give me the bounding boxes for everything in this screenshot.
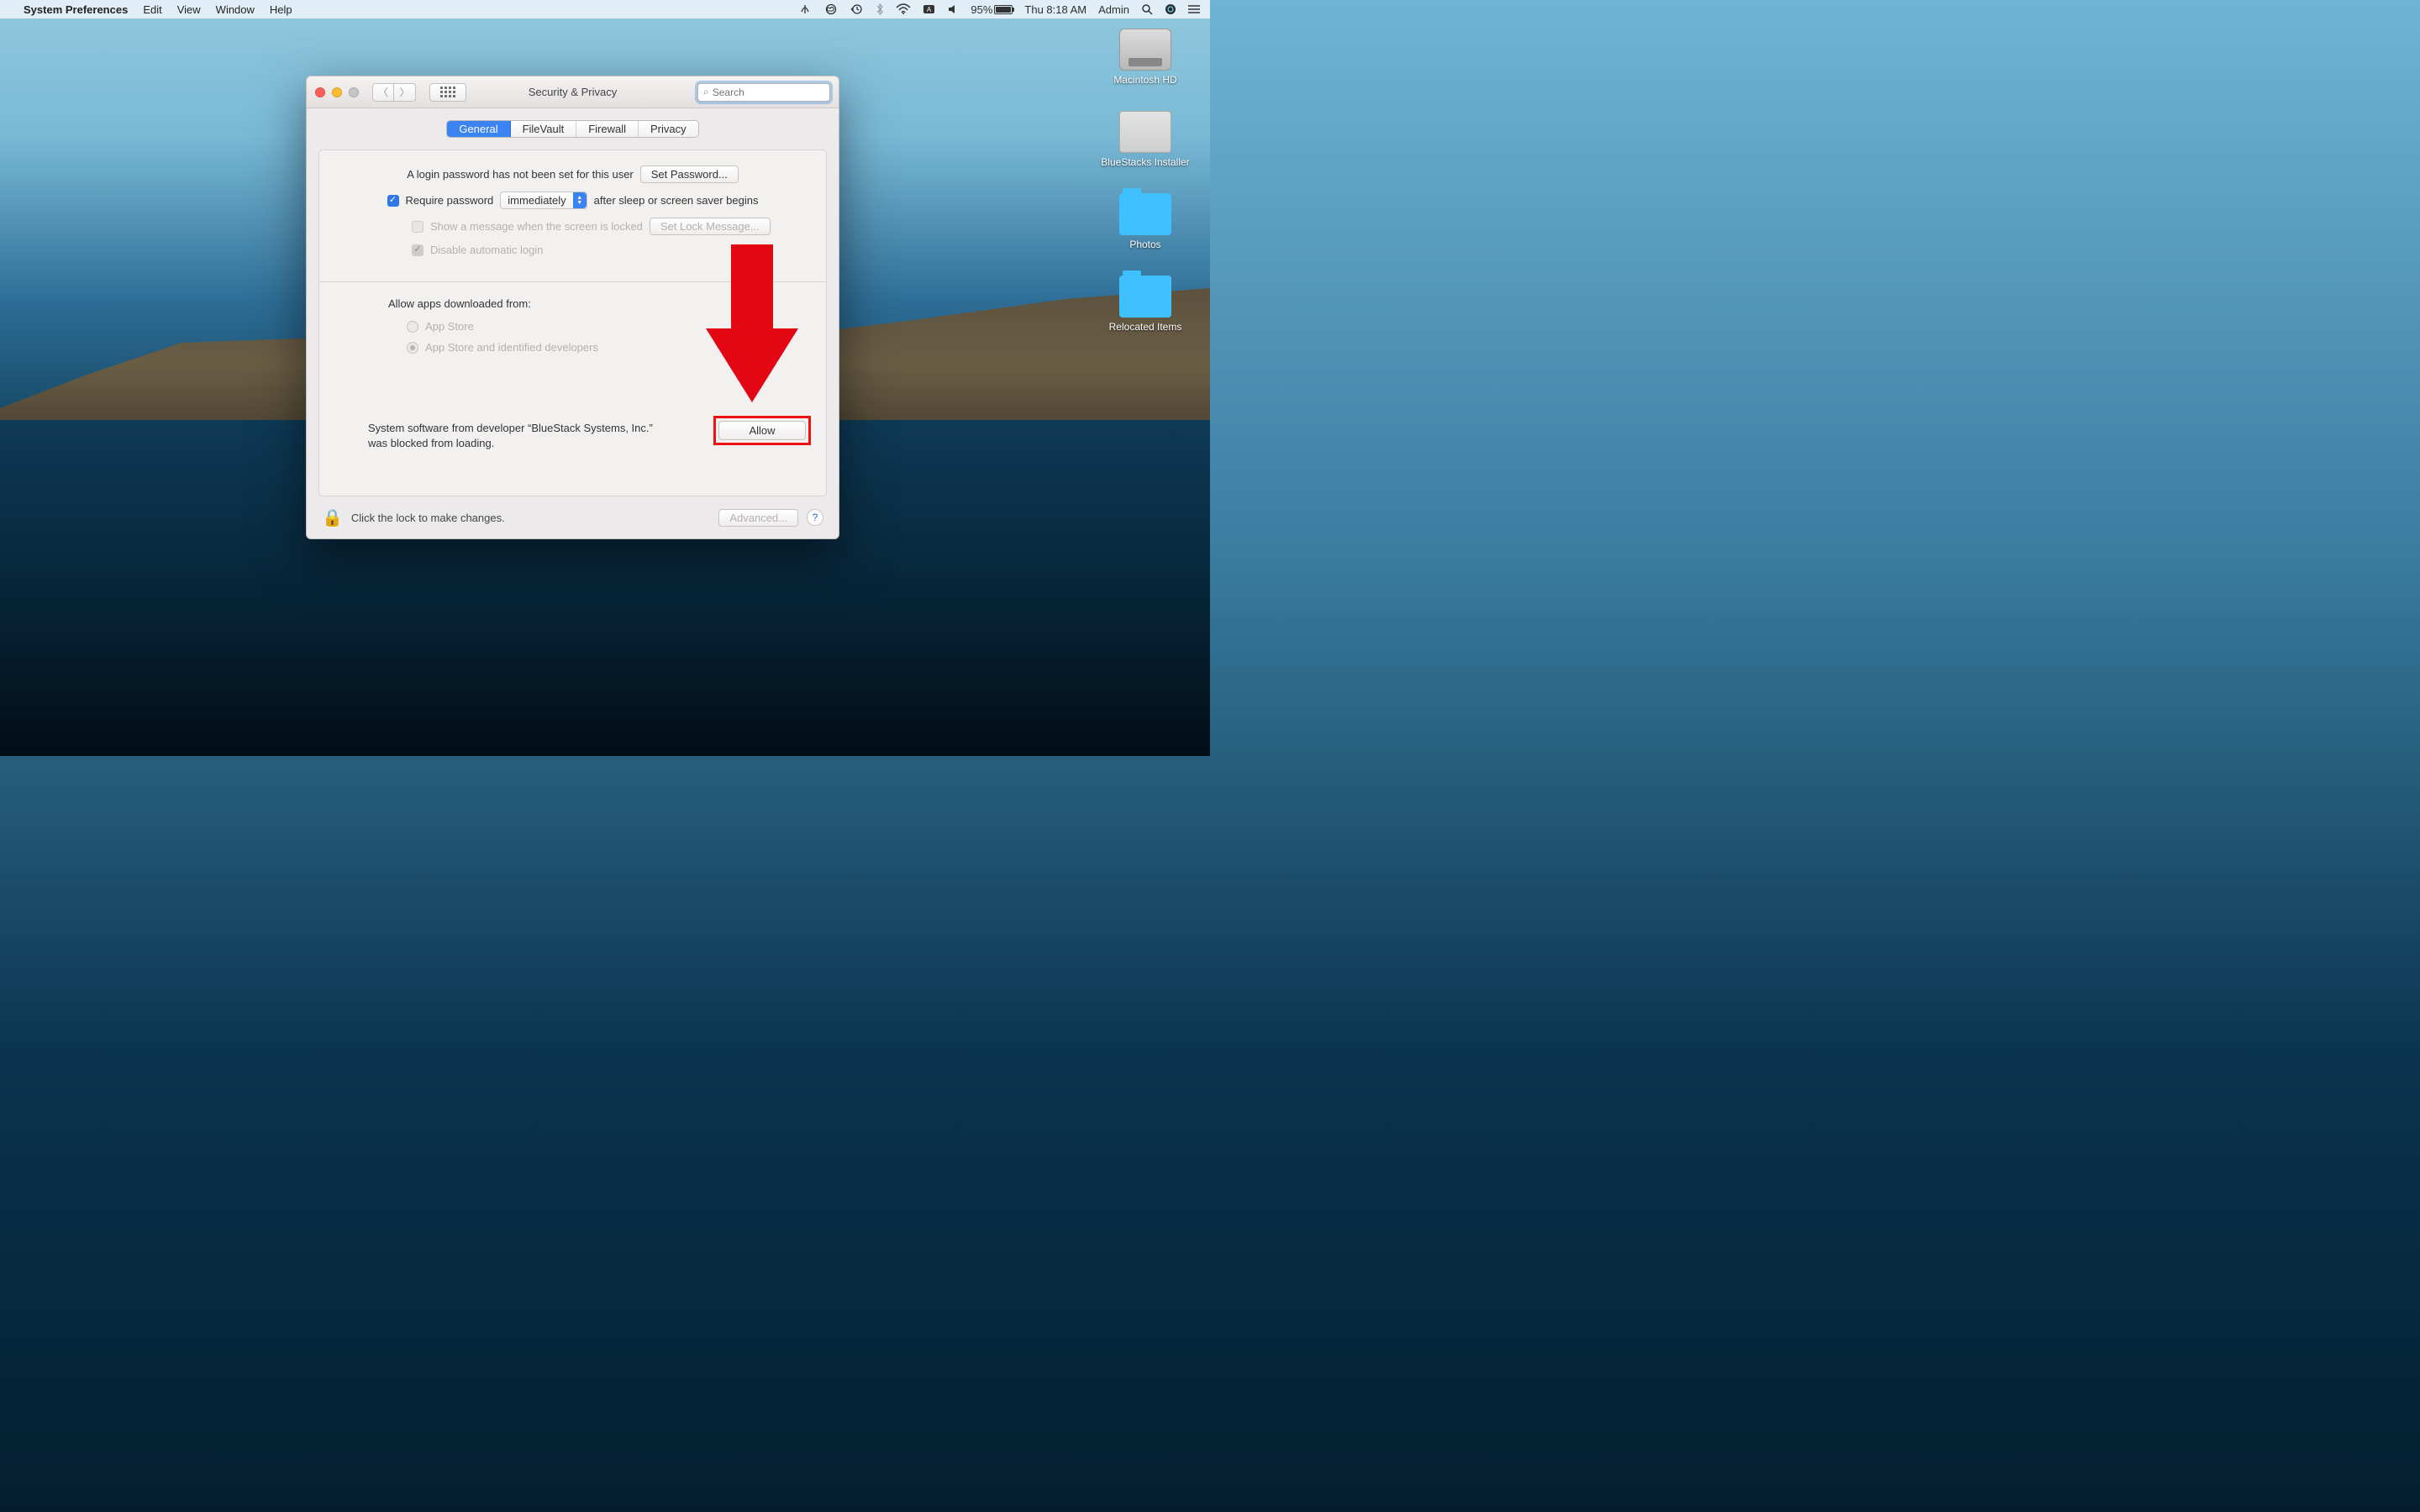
select-value: immediately <box>501 194 572 207</box>
lock-hint: Click the lock to make changes. <box>351 512 505 524</box>
general-panel: A login password has not been set for th… <box>318 150 827 496</box>
set-lock-message-button: Set Lock Message... <box>650 218 771 235</box>
menu-view[interactable]: View <box>177 3 201 16</box>
svg-text:A: A <box>927 6 932 13</box>
radio-identified-label: App Store and identified developers <box>425 341 598 354</box>
search-input[interactable] <box>713 87 824 98</box>
require-password-suffix: after sleep or screen saver begins <box>594 194 759 207</box>
time-machine-icon[interactable] <box>850 3 864 15</box>
set-password-button[interactable]: Set Password... <box>640 165 739 183</box>
battery-icon <box>994 5 1013 14</box>
wifi-icon[interactable] <box>896 3 911 15</box>
require-password-checkbox[interactable] <box>387 195 399 207</box>
desktop-icons: Macintosh HD BlueStacks Installer Photos… <box>1099 29 1192 333</box>
radio-app-store <box>407 321 418 333</box>
volume-icon[interactable] <box>947 3 959 15</box>
battery-status[interactable]: 95% <box>971 3 1013 16</box>
desktop-icon-label: Macintosh HD <box>1113 74 1176 86</box>
zoom-button <box>349 87 359 97</box>
advanced-button[interactable]: Advanced... <box>718 509 798 527</box>
preferences-window: 〈 〉 Security & Privacy ⌕ General FileVau… <box>306 76 839 539</box>
disk-image-icon <box>1119 111 1171 153</box>
wifi-alt-icon[interactable] <box>798 3 812 15</box>
back-button[interactable]: 〈 <box>372 83 394 102</box>
desktop-icon-label: Relocated Items <box>1109 321 1182 333</box>
minimize-button[interactable] <box>332 87 342 97</box>
login-password-status: A login password has not been set for th… <box>407 168 634 181</box>
annotation-highlight: Allow <box>713 416 811 445</box>
desktop-icon-label: Photos <box>1129 239 1160 250</box>
show-message-label: Show a message when the screen is locked <box>430 220 643 233</box>
allow-button[interactable]: Allow <box>718 421 806 440</box>
blocked-software-message: System software from developer “BlueStac… <box>368 421 662 450</box>
harddrive-icon <box>1119 29 1171 71</box>
keyboard-input-icon[interactable]: A <box>923 3 935 15</box>
tab-firewall[interactable]: Firewall <box>576 121 639 137</box>
chevron-updown-icon: ▲▼ <box>573 192 587 208</box>
siri-icon[interactable] <box>1165 3 1176 15</box>
tab-bar: General FileVault Firewall Privacy <box>446 120 698 138</box>
lock-icon[interactable]: 🔒 <box>322 507 343 528</box>
bluetooth-icon[interactable] <box>876 3 884 15</box>
forward-button: 〉 <box>394 83 416 102</box>
menu-edit[interactable]: Edit <box>143 3 161 16</box>
creative-cloud-icon[interactable] <box>823 3 839 15</box>
folder-icon <box>1119 276 1171 318</box>
menu-window[interactable]: Window <box>216 3 255 16</box>
desktop-icon-photos[interactable]: Photos <box>1099 193 1192 250</box>
annotation-arrow <box>706 244 798 404</box>
search-icon: ⌕ <box>703 86 709 98</box>
window-footer: 🔒 Click the lock to make changes. Advanc… <box>307 496 839 538</box>
radio-app-store-label: App Store <box>425 320 474 333</box>
app-menu[interactable]: System Preferences <box>24 3 128 16</box>
desktop-icon-label: BlueStacks Installer <box>1101 156 1189 168</box>
window-controls <box>315 87 359 97</box>
radio-identified-developers <box>407 342 418 354</box>
disable-auto-login-label: Disable automatic login <box>430 244 543 256</box>
search-field[interactable]: ⌕ <box>697 83 830 102</box>
battery-percent-label: 95% <box>971 3 992 16</box>
folder-icon <box>1119 193 1171 235</box>
tab-filevault[interactable]: FileVault <box>511 121 577 137</box>
close-button[interactable] <box>315 87 325 97</box>
require-password-delay-select[interactable]: immediately ▲▼ <box>500 192 587 209</box>
desktop-icon-macintosh-hd[interactable]: Macintosh HD <box>1099 29 1192 86</box>
user-menu[interactable]: Admin <box>1098 3 1129 16</box>
menubar: System Preferences Edit View Window Help… <box>0 0 1210 18</box>
help-button[interactable]: ? <box>807 509 823 526</box>
show-message-checkbox <box>412 221 424 233</box>
disable-auto-login-checkbox <box>412 244 424 256</box>
show-all-button[interactable] <box>429 83 466 102</box>
tab-general[interactable]: General <box>447 121 510 137</box>
menu-help[interactable]: Help <box>270 3 292 16</box>
desktop-icon-relocated-items[interactable]: Relocated Items <box>1099 276 1192 333</box>
desktop-icon-bluestacks-installer[interactable]: BlueStacks Installer <box>1099 111 1192 168</box>
tab-privacy[interactable]: Privacy <box>639 121 698 137</box>
spotlight-icon[interactable] <box>1141 3 1153 15</box>
require-password-label: Require password <box>406 194 494 207</box>
notification-center-icon[interactable] <box>1188 3 1202 15</box>
clock[interactable]: Thu 8:18 AM <box>1024 3 1086 16</box>
window-titlebar[interactable]: 〈 〉 Security & Privacy ⌕ <box>307 76 839 108</box>
